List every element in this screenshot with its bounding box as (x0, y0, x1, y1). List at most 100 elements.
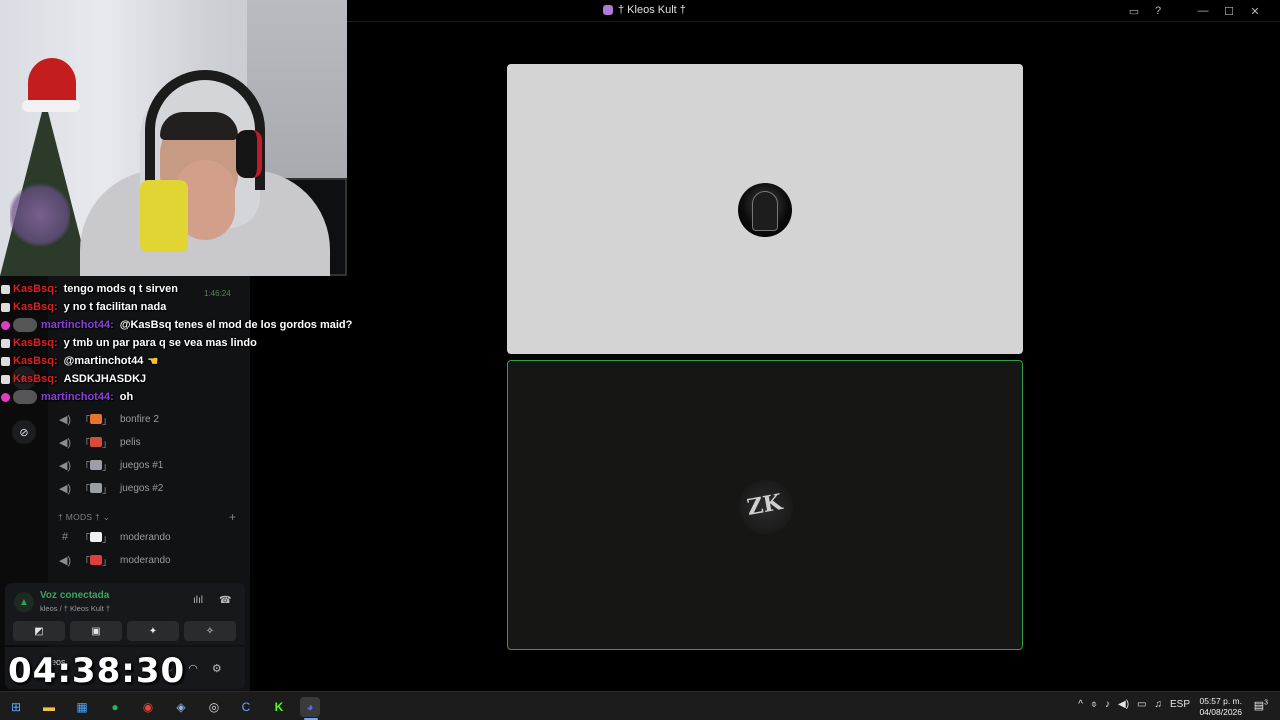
chat-text: @KasBsq tenes el mod de los gordos maid? (119, 319, 353, 331)
clock-date: 04/08/2026 (1199, 707, 1242, 717)
minimize-button[interactable]: — (1190, 3, 1216, 19)
channel-name: moderando (120, 554, 171, 566)
yellow-mug (140, 180, 188, 252)
speaker-icon[interactable]: ♫ (1154, 699, 1162, 710)
discover-icon[interactable]: ⊘ (12, 420, 36, 444)
close-button[interactable]: ✕ (1242, 3, 1268, 19)
participant-tile-1[interactable] (507, 64, 1023, 354)
chat-username: martinchot44: (41, 391, 114, 403)
chat-username: martinchot44: (41, 319, 114, 331)
disconnect-icon[interactable]: ☎ (219, 595, 231, 606)
keyboard-language[interactable]: ESP (1170, 699, 1190, 710)
channel-name: juegos #1 (120, 459, 164, 471)
speaker-icon: ◀) (58, 554, 72, 567)
chat-message: KasBsq: y no t facilitan nada (0, 298, 360, 316)
chat-text: ASDKJHASDKJ (63, 373, 147, 385)
chat-message: martinchot44: @KasBsq tenes el mod de lo… (0, 316, 360, 334)
chat-avatar (13, 390, 37, 404)
screen: † Kleos Kult † ▭ ? — ☐ ✕ ◐ ⊘ 1:46:24 ◀) (0, 0, 1280, 720)
category-mods[interactable]: † MODS † ⌄ (58, 512, 110, 523)
server-icon (603, 5, 613, 15)
channel-name: moderando (120, 531, 171, 543)
voice-location[interactable]: kleos / † Kleos Kult † (40, 604, 110, 613)
pointing-hand-icon: ☚ (147, 354, 159, 368)
headphones-icon[interactable]: ◠ (188, 662, 198, 675)
store-icon[interactable]: ▦ (72, 697, 92, 717)
add-channel-icon[interactable]: + (229, 510, 236, 524)
chat-username: KasBsq: (13, 283, 58, 295)
channel-bonfire-2[interactable]: ◀) 「」 bonfire 2 (58, 410, 159, 428)
title-bar: † Kleos Kult † ▭ ? — ☐ ✕ (347, 0, 1280, 22)
stream-chat-overlay: KasBsq: tengo mods q t sirven KasBsq: y … (0, 280, 360, 406)
chrome-icon[interactable]: ◉ (138, 697, 158, 717)
usb-icon[interactable]: ⌽ (1091, 699, 1097, 710)
gamepad-emoji-icon (90, 482, 102, 493)
chat-message: KasBsq: tengo mods q t sirven (0, 280, 360, 298)
speaker-icon: ◀) (58, 459, 72, 472)
chat-text: y tmb un par para q se vea mas lindo (63, 337, 257, 349)
chat-message: KasBsq: y tmb un par para q se vea mas l… (0, 334, 360, 352)
noise-suppression-icon[interactable]: ılıl (193, 595, 203, 606)
mod-badge-icon (1, 284, 10, 294)
chat-text: tengo mods q t sirven (63, 283, 178, 295)
help-icon[interactable]: ? (1146, 3, 1170, 19)
volume-icon[interactable]: ◀) (1118, 699, 1129, 710)
voice-status[interactable]: Voz conectada (40, 590, 109, 601)
participant-avatar (738, 183, 792, 237)
chat-text: oh (119, 391, 134, 403)
speaker-icon: ◀) (58, 413, 72, 426)
gamepad-emoji-icon (90, 459, 102, 470)
steam-icon[interactable]: ◈ (171, 697, 191, 717)
hash-icon: # (61, 531, 69, 543)
channel-moderando-voice[interactable]: ◀) 「」 moderando (58, 551, 171, 569)
edge-icon[interactable]: C (236, 697, 256, 717)
chat-username: KasBsq: (13, 373, 58, 385)
chevron-up-icon[interactable]: ^ (1078, 699, 1083, 710)
channel-juegos-2[interactable]: ◀) 「」 juegos #2 (58, 479, 163, 497)
phone-emoji-icon (90, 554, 102, 565)
gear-icon[interactable]: ⚙ (212, 662, 222, 675)
chat-message: KasBsq: ASDKJHASDKJ (0, 370, 360, 388)
start-windows-icon[interactable]: ⊞ (6, 697, 26, 717)
obs-icon[interactable]: ◎ (204, 697, 224, 717)
system-tray: ^ ⌽ ♪ ◀) ▭ ♫ ESP (1078, 699, 1190, 710)
chat-avatar (13, 318, 37, 332)
participant-avatar: ZK (739, 480, 793, 534)
channel-pelis[interactable]: ◀) 「」 pelis (58, 433, 141, 451)
camera-off-button[interactable]: ◩ (13, 621, 65, 641)
network-icon[interactable]: ▭ (1137, 699, 1146, 710)
discord-icon[interactable]: ◕ (300, 697, 320, 717)
channel-name: juegos #2 (120, 482, 164, 494)
chat-text: y no t facilitan nada (63, 301, 167, 313)
notification-icon[interactable]: ▤3 (1254, 699, 1268, 712)
maximize-button[interactable]: ☐ (1216, 3, 1242, 19)
window-controls: ▭ ? — ☐ ✕ (1122, 3, 1268, 19)
chat-text: @martinchot44 (63, 355, 144, 367)
activities-button[interactable]: ✦ (127, 621, 179, 641)
stream-uptime-timer: 04:38:30 (8, 651, 186, 691)
chat-message: KasBsq: @martinchot44 ☚ (0, 352, 360, 370)
memo-emoji-icon (90, 531, 102, 542)
microphone-icon[interactable]: ♪ (1105, 699, 1110, 710)
participant-tile-2-speaking[interactable]: ZK (507, 360, 1023, 650)
channel-moderando-text[interactable]: # 「」 moderando (58, 528, 171, 546)
spotify-icon[interactable]: ● (105, 697, 125, 717)
sub-badge-icon (1, 392, 10, 402)
mod-badge-icon (1, 338, 10, 348)
speaker-icon: ◀) (58, 482, 72, 495)
sub-badge-icon (1, 320, 10, 330)
chat-username: KasBsq: (13, 337, 58, 349)
chat-username: KasBsq: (13, 355, 58, 367)
webcam-feed (0, 0, 347, 276)
soundboard-button[interactable]: ✧ (184, 621, 236, 641)
file-explorer-icon[interactable]: ▬ (39, 697, 59, 717)
window-title: † Kleos Kult † (603, 4, 686, 16)
window-title-text: † Kleos Kult † (618, 4, 686, 16)
channel-juegos-1[interactable]: ◀) 「」 juegos #1 (58, 456, 163, 474)
inbox-icon[interactable]: ▭ (1122, 3, 1146, 19)
clock[interactable]: 05:57 p. m. 04/08/2026 (1199, 696, 1242, 718)
screen-share-button[interactable]: ▣ (70, 621, 122, 641)
signal-icon[interactable]: ▲ (14, 592, 34, 612)
chat-message: martinchot44: oh (0, 388, 360, 406)
kick-icon[interactable]: K (269, 697, 289, 717)
